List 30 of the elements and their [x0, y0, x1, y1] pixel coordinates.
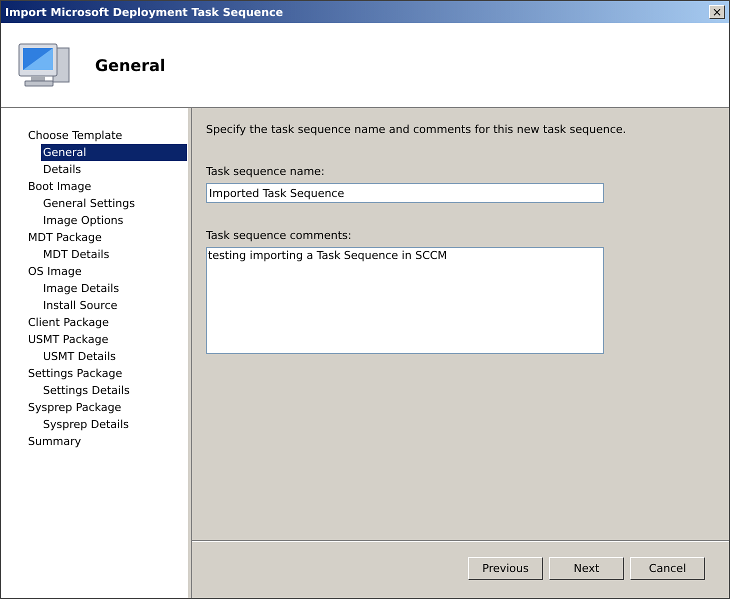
- wizard-step[interactable]: MDT Details: [41, 246, 187, 263]
- intro-text: Specify the task sequence name and comments for this new task sequence.: [206, 123, 628, 136]
- wizard-button[interactable]: Next: [549, 557, 624, 580]
- field-label: Task sequence comments:: [206, 229, 352, 242]
- wizard-step[interactable]: General: [41, 144, 187, 161]
- wizard-step[interactable]: Image Details: [41, 280, 187, 297]
- window-title: Import Microsoft Deployment Task Sequence: [5, 6, 284, 18]
- wizard-step[interactable]: Sysprep Details: [41, 416, 187, 433]
- wizard-step[interactable]: Boot Image: [26, 178, 188, 195]
- wizard-button[interactable]: Previous: [468, 557, 543, 580]
- wizard-step[interactable]: USMT Details: [41, 348, 187, 365]
- wizard-step[interactable]: Summary: [26, 433, 188, 450]
- wizard-step[interactable]: MDT Package: [26, 229, 188, 246]
- wizard-step[interactable]: Settings Details: [41, 382, 187, 399]
- wizard-button[interactable]: Cancel: [630, 557, 705, 580]
- wizard-step[interactable]: OS Image: [26, 263, 188, 280]
- wizard-step[interactable]: Install Source: [41, 297, 187, 314]
- comments-field[interactable]: testing importing a Task Sequence in SCCM: [206, 247, 604, 354]
- name-field[interactable]: Imported Task Sequence: [206, 183, 604, 203]
- wizard-step[interactable]: Details: [41, 161, 187, 178]
- wizard-step[interactable]: Settings Package: [26, 365, 188, 382]
- wizard-step[interactable]: Image Options: [41, 212, 187, 229]
- page-title: General: [95, 56, 166, 74]
- field-label: Task sequence name:: [206, 165, 326, 178]
- wizard-step[interactable]: Client Package: [26, 314, 188, 331]
- wizard-step[interactable]: General Settings: [41, 195, 187, 212]
- close-button[interactable]: ×: [709, 5, 725, 19]
- wizard-step[interactable]: Choose Template: [26, 127, 188, 144]
- wizard-step[interactable]: USMT Package: [26, 331, 188, 348]
- wizard-step[interactable]: Sysprep Package: [26, 399, 188, 416]
